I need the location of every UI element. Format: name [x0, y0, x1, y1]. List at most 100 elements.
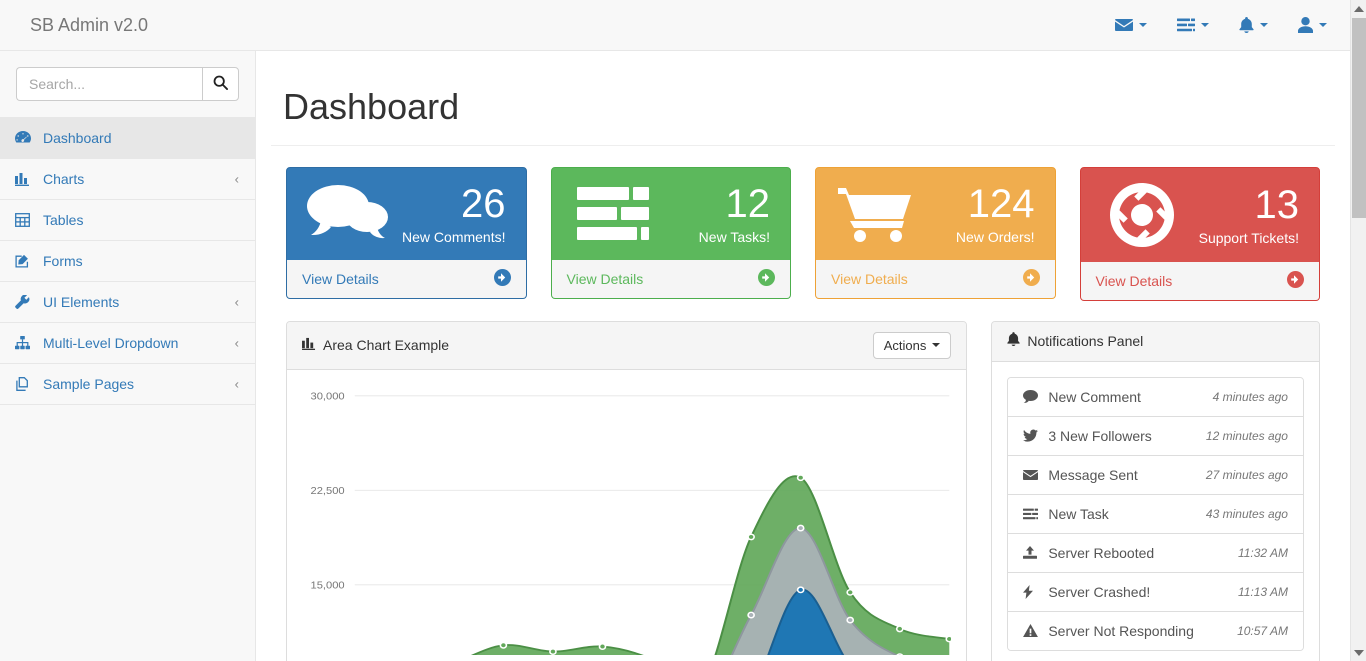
page-scrollbar[interactable] [1350, 0, 1366, 661]
stat-card-footer-link[interactable]: View Details [816, 259, 1055, 298]
stat-card-footer-label: View Details [302, 270, 379, 287]
list-item-time: 43 minutes ago [1205, 506, 1288, 521]
sidebar-item-charts[interactable]: Charts ‹ [0, 159, 255, 200]
sidebar-item-sample-pages[interactable]: Sample Pages ‹ [0, 364, 255, 405]
sidebar-item-label: Multi-Level Dropdown [43, 335, 179, 351]
bolt-icon [1023, 584, 1039, 599]
actions-dropdown-button[interactable]: Actions [872, 331, 952, 360]
area-chart-canvas[interactable]: 7,50015,00022,50030,000 [302, 385, 952, 656]
bell-icon [1007, 332, 1020, 350]
arrow-circle-right-icon [493, 268, 511, 289]
sidebar-search [0, 51, 255, 117]
stat-card-footer-link[interactable]: View Details [287, 259, 526, 298]
list-item[interactable]: Server Not Responding 10:57 AM [1008, 611, 1303, 650]
list-item[interactable]: Server Rebooted 11:32 AM [1008, 533, 1303, 573]
sidebar-item-label: Tables [43, 212, 84, 228]
list-item-time: 11:32 AM [1237, 545, 1288, 560]
stat-card-values: 124 New Orders! [923, 183, 1040, 245]
search-input[interactable] [16, 67, 202, 101]
list-item-time: 27 minutes ago [1205, 467, 1288, 482]
stat-card-label: Support Tickets! [1198, 229, 1299, 246]
search-icon [213, 75, 228, 93]
stat-card-value: 26 [461, 181, 506, 226]
svg-text:15,000: 15,000 [311, 580, 345, 591]
search-button[interactable] [201, 67, 239, 101]
warning-icon [1023, 624, 1039, 638]
stat-card-footer-label: View Details [1095, 272, 1173, 289]
stat-card-new-orders: 124 New Orders! View Details [803, 166, 1068, 301]
sidebar-item-label: Charts [43, 171, 85, 187]
bar-chart-icon [302, 337, 316, 353]
tasks-dropdown[interactable] [1162, 0, 1224, 50]
area-chart-column: Area Chart Example Actions 7,50015,00022… [274, 320, 979, 661]
stat-card-values: 12 New Tasks! [659, 183, 776, 245]
tasks-icon [567, 186, 659, 241]
sidebar-item-label: Forms [43, 253, 83, 269]
envelope-icon [1023, 469, 1039, 481]
area-chart-panel-title: Area Chart Example [323, 337, 450, 354]
notifications-panel-title: Notifications Panel [1027, 333, 1144, 350]
stat-card-body: 13 Support Tickets! [1081, 168, 1320, 262]
notifications-body: New Comment 4 minutes ago 3 New Follower… [992, 362, 1319, 661]
alerts-dropdown[interactable] [1224, 0, 1283, 50]
brand-link[interactable]: SB Admin v2.0 [15, 0, 163, 50]
notifications-panel-header: Notifications Panel [992, 321, 1319, 362]
upload-icon [1023, 546, 1039, 559]
page-title: Dashboard [283, 86, 460, 127]
stat-card-value: 13 [1254, 182, 1300, 227]
list-item[interactable]: Message Sent 27 minutes ago [1008, 455, 1303, 495]
stat-card-value: 124 [967, 181, 1035, 226]
actions-label: Actions [883, 337, 927, 353]
app-root: SB Admin v2.0 Search... Dashboard Charts… [0, 0, 1366, 661]
comment-icon [1023, 390, 1039, 404]
sidebar-item-dashboard[interactable]: Dashboard [0, 118, 255, 159]
chevron-down-icon [1319, 23, 1327, 27]
user-icon [1298, 17, 1313, 33]
list-item-time: 11:13 AM [1237, 584, 1288, 599]
arrow-circle-right-icon [758, 268, 775, 289]
list-item-time: 12 minutes ago [1205, 428, 1288, 443]
list-item-label: New Task [1048, 505, 1109, 522]
chevron-up-icon [1354, 5, 1364, 12]
tasks-icon [1023, 508, 1039, 520]
sidebar-item-label: Dashboard [43, 130, 112, 146]
list-item[interactable]: New Comment 4 minutes ago [1008, 377, 1303, 417]
files-icon [15, 377, 35, 391]
stat-card-new-tasks: 12 New Tasks! View Details [539, 166, 804, 301]
chevron-down-icon [932, 343, 941, 348]
stat-card-footer-link[interactable]: View Details [1080, 261, 1319, 300]
arrow-circle-right-icon [1287, 270, 1304, 291]
list-item-label: Server Not Responding [1048, 622, 1194, 639]
cart-icon [831, 185, 923, 243]
sidebar-item-forms[interactable]: Forms [0, 241, 255, 282]
panels-row: Area Chart Example Actions 7,50015,00022… [271, 320, 1335, 661]
scroll-up-button[interactable] [1351, 0, 1366, 17]
scroll-down-button[interactable] [1351, 644, 1366, 661]
chevron-left-icon: ‹ [234, 294, 239, 310]
list-item-label: Server Crashed! [1048, 583, 1151, 600]
list-item[interactable]: Server Crashed! 11:13 AM [1008, 572, 1303, 612]
scrollbar-thumb[interactable] [1352, 18, 1366, 218]
list-item[interactable]: New Task 43 minutes ago [1008, 494, 1303, 534]
stat-card-values: 13 Support Tickets! [1188, 184, 1305, 246]
area-chart-panel-header: Area Chart Example Actions [287, 321, 967, 371]
edit-icon [15, 254, 35, 268]
search-input-group [16, 67, 239, 101]
bell-icon [1239, 16, 1254, 34]
comments-icon [302, 184, 394, 244]
sidebar-item-ui-elements[interactable]: UI Elements ‹ [0, 282, 255, 323]
top-navbar: SB Admin v2.0 [0, 0, 1350, 51]
list-item-time: 10:57 AM [1237, 623, 1288, 638]
svg-text:22,500: 22,500 [311, 486, 345, 497]
sidebar-item-tables[interactable]: Tables [0, 200, 255, 241]
lifering-icon [1096, 182, 1188, 247]
list-item-time: 4 minutes ago [1212, 389, 1288, 404]
main-content: Dashboard 26 New Comments! View Details … [256, 51, 1350, 661]
user-dropdown[interactable] [1283, 0, 1342, 50]
stat-card-footer-link[interactable]: View Details [551, 259, 790, 298]
list-item[interactable]: 3 New Followers 12 minutes ago [1008, 416, 1303, 456]
sidebar-item-multi-level-dropdown[interactable]: Multi-Level Dropdown ‹ [0, 323, 255, 364]
tasks-icon [1177, 18, 1195, 32]
chevron-down-icon [1354, 649, 1364, 656]
messages-dropdown[interactable] [1100, 0, 1162, 50]
